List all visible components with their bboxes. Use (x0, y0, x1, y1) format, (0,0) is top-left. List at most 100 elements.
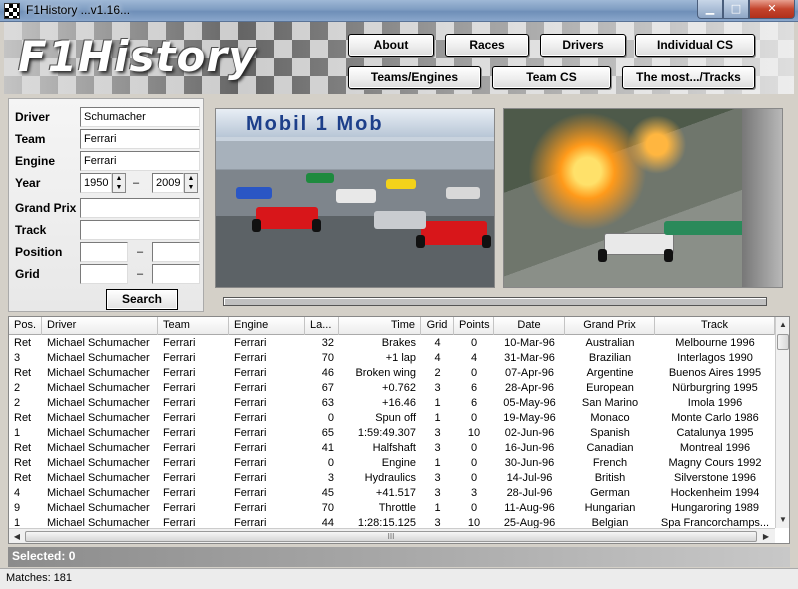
column-header-track[interactable]: Track (655, 317, 775, 335)
grid-separator: – (137, 268, 144, 280)
column-header-team[interactable]: Team (158, 317, 229, 335)
table-row[interactable]: 3 Michael Schumacher Ferrari Ferrari 70 +1 la… (9, 351, 775, 366)
scroll-down-icon[interactable]: ▼ (776, 513, 789, 527)
position-label: Position (15, 245, 63, 259)
cell-grid: 3 (434, 472, 441, 484)
app-header: F1History About Races Drivers Individual… (4, 22, 794, 94)
grid-from-input[interactable] (80, 264, 128, 284)
table-row[interactable]: 1 Michael Schumacher Ferrari Ferrari 65 1:59:… (9, 426, 775, 441)
table-row[interactable]: Ret Michael Schumacher Ferrari Ferrari 0 Engi… (9, 456, 775, 471)
scroll-up-icon[interactable]: ▲ (776, 318, 789, 332)
table-row[interactable]: 9 Michael Schumacher Ferrari Ferrari 70 Throt… (9, 501, 775, 516)
table-header: Pos. Driver Team Engine La... Time Grid … (9, 317, 775, 335)
column-header-engine[interactable]: Engine (229, 317, 305, 335)
table-row[interactable]: Ret Michael Schumacher Ferrari Ferrari 32 Bra… (9, 336, 775, 351)
spin-up-icon[interactable]: ▲ (185, 174, 197, 183)
position-from-input[interactable] (80, 242, 128, 262)
minimize-button[interactable]: ▁ (697, 0, 723, 19)
cell-laps: 70 (321, 502, 334, 514)
races-button[interactable]: Races (445, 34, 529, 57)
cell-grid: 1 (434, 502, 441, 514)
scroll-left-icon[interactable]: ◀ (10, 530, 24, 543)
spin-down-icon[interactable]: ▼ (185, 183, 197, 192)
cell-track: Melbourne 1996 (675, 337, 755, 349)
table-row[interactable]: Ret Michael Schumacher Ferrari Ferrari 0 Spun… (9, 411, 775, 426)
horizontal-scrollbar[interactable]: ◀ III ▶ (9, 528, 775, 543)
cell-date: 28-Jul-96 (506, 487, 553, 499)
year-to-input[interactable]: 2009 (152, 173, 184, 193)
engine-label: Engine (15, 154, 56, 168)
scroll-right-icon[interactable]: ▶ (759, 530, 773, 543)
cell-pos: 2 (14, 382, 21, 394)
cell-laps: 41 (321, 442, 334, 454)
cell-grand-prix: Belgian (591, 517, 629, 528)
cell-engine: Ferrari (234, 382, 267, 394)
cell-date: 30-Jun-96 (504, 457, 555, 469)
grand-prix-input[interactable] (80, 198, 200, 218)
column-header-driver[interactable]: Driver (42, 317, 158, 335)
spin-up-icon[interactable]: ▲ (113, 174, 125, 183)
vertical-scrollbar[interactable]: ▲ ▼ (775, 317, 789, 528)
cell-laps: 0 (327, 412, 334, 424)
table-row[interactable]: 4 Michael Schumacher Ferrari Ferrari 45 +41.5… (9, 486, 775, 501)
horizontal-scroll-thumb[interactable]: III (25, 531, 757, 542)
spin-down-icon[interactable]: ▼ (113, 183, 125, 192)
column-header-grand-prix[interactable]: Grand Prix (565, 317, 655, 335)
track-input[interactable] (80, 220, 200, 240)
year-to-spinner[interactable]: ▲ ▼ (184, 173, 198, 193)
cell-team: Ferrari (163, 397, 196, 409)
drivers-button[interactable]: Drivers (540, 34, 626, 57)
column-header-date[interactable]: Date (494, 317, 565, 335)
cell-pos: 2 (14, 397, 21, 409)
car-icon (336, 189, 376, 203)
track-label: Track (15, 223, 47, 237)
cell-points: 0 (470, 502, 478, 514)
column-header-time[interactable]: Time (339, 317, 421, 335)
cell-points: 6 (470, 382, 478, 394)
table-row[interactable]: Ret Michael Schumacher Ferrari Ferrari 3 Hydr… (9, 471, 775, 486)
cell-grand-prix: European (586, 382, 634, 394)
column-header-pos[interactable]: Pos. (9, 317, 42, 335)
column-header-grid[interactable]: Grid (421, 317, 454, 335)
table-row[interactable]: Ret Michael Schumacher Ferrari Ferrari 41 Hal… (9, 441, 775, 456)
cell-grid: 2 (434, 367, 441, 379)
column-header-laps[interactable]: La... (305, 317, 339, 335)
vertical-scroll-thumb[interactable] (777, 334, 789, 350)
table-row[interactable]: Ret Michael Schumacher Ferrari Ferrari 46 Bro… (9, 366, 775, 381)
cell-date: 05-May-96 (503, 397, 556, 409)
cell-time: +41.517 (375, 487, 416, 499)
table-row[interactable]: 2 Michael Schumacher Ferrari Ferrari 63 +16.4… (9, 396, 775, 411)
cell-pos: Ret (14, 412, 32, 424)
column-header-points[interactable]: Points (454, 317, 494, 335)
engine-input[interactable]: Ferrari (80, 151, 200, 171)
position-to-input[interactable] (152, 242, 200, 262)
cell-laps: 45 (321, 487, 334, 499)
about-button[interactable]: About (348, 34, 434, 57)
close-button[interactable]: ✕ (749, 0, 795, 19)
the-most-tracks-button[interactable]: The most.../Tracks (622, 66, 755, 89)
table-row[interactable]: 1 Michael Schumacher Ferrari Ferrari 44 1:28:… (9, 516, 775, 528)
cell-engine: Ferrari (234, 442, 267, 454)
team-cs-button[interactable]: Team CS (492, 66, 611, 89)
cell-engine: Ferrari (234, 397, 267, 409)
cell-laps: 70 (321, 352, 334, 364)
individual-cs-button[interactable]: Individual CS (635, 34, 755, 57)
year-from-spinner[interactable]: ▲ ▼ (112, 173, 126, 193)
search-form: Driver Schumacher Team Ferrari Engine Fe… (8, 98, 204, 312)
grid-to-input[interactable] (152, 264, 200, 284)
cell-team: Ferrari (163, 487, 196, 499)
search-button[interactable]: Search (106, 289, 178, 310)
team-input[interactable]: Ferrari (80, 129, 200, 149)
cell-time: Spun off (375, 412, 416, 424)
cell-grid: 4 (434, 337, 441, 349)
cell-grid: 1 (434, 412, 441, 424)
year-from-input[interactable]: 1950 (80, 173, 112, 193)
teams-engines-button[interactable]: Teams/Engines (348, 66, 481, 89)
cell-time: +16.46 (382, 397, 416, 409)
cell-laps: 32 (321, 337, 334, 349)
maximize-button[interactable]: □ (723, 0, 749, 19)
cell-grand-prix: San Marino (581, 397, 639, 409)
table-row[interactable]: 2 Michael Schumacher Ferrari Ferrari 67 +0.76… (9, 381, 775, 396)
selected-count: Selected: 0 (12, 549, 76, 563)
driver-input[interactable]: Schumacher (80, 107, 200, 127)
